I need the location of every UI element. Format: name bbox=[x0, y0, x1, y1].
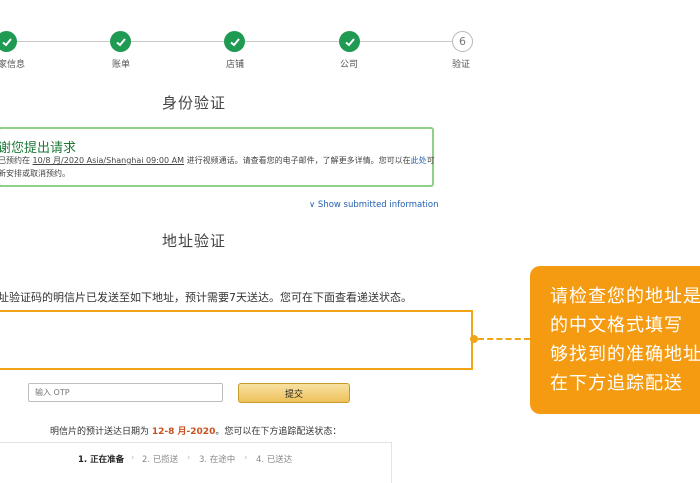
tracking-step-in-transit: 3. 在途中 bbox=[199, 455, 236, 465]
step-2-check-icon bbox=[110, 31, 131, 52]
expected-prefix: 明信片的预计送达日期为 bbox=[50, 427, 150, 437]
callout-line-3: 够找到的准确地址 bbox=[550, 344, 700, 365]
address-section-title: 地址验证 bbox=[162, 232, 227, 250]
callout-line-2: 的中文格式填写 bbox=[550, 315, 683, 336]
confirmation-line-2: 新安排或取消预约。 bbox=[0, 169, 70, 178]
expected-delivery-text: 明信片的预计送达日期为 12-8 月-2020。您可以在下方追踪配送状态： bbox=[50, 424, 341, 437]
tracking-step-delivered: 4. 已送达 bbox=[256, 455, 293, 465]
otp-input[interactable] bbox=[28, 383, 223, 402]
step-label-billing: 账单 bbox=[112, 60, 131, 70]
line1-end: 可 bbox=[426, 156, 435, 165]
step-label-company: 公司 bbox=[340, 60, 359, 70]
confirmation-title: 谢您提出请求 bbox=[0, 141, 77, 156]
tracking-step-picked-up: 2. 已揽送 bbox=[142, 455, 179, 465]
address-highlight-box bbox=[0, 310, 473, 370]
expected-suffix: 。您可以在下方追踪配送状态： bbox=[215, 427, 342, 437]
line1-suffix: 进行视频通话。请查看您的电子邮件，了解更多详情。您可以在 bbox=[186, 156, 411, 165]
step-1-check-icon bbox=[0, 31, 17, 52]
step-label-verify: 验证 bbox=[452, 60, 471, 70]
tracking-separator: › bbox=[187, 453, 191, 463]
appointment-datetime: 10/8 月/2020 Asia/Shanghai 09:00 AM bbox=[32, 156, 185, 165]
address-description: 址验证码的明信片已发送至如下地址，预计需要7天送达。您可在下面查看递送状态。 bbox=[0, 291, 412, 304]
annotation-callout: 请检查您的地址是 的中文格式填写 够找到的准确地址 在下方追踪配送 bbox=[530, 266, 700, 414]
step-6-number: 6 bbox=[452, 31, 473, 52]
identity-section-title: 身份验证 bbox=[162, 94, 227, 112]
callout-connector-line bbox=[478, 338, 530, 340]
show-submitted-info-link[interactable]: ∨ Show submitted information bbox=[309, 200, 438, 210]
step-4-check-icon bbox=[339, 31, 360, 52]
reschedule-link[interactable]: 此处 bbox=[411, 156, 427, 165]
callout-line-4: 在下方追踪配送 bbox=[550, 373, 683, 394]
step-label-info: 家信息 bbox=[0, 60, 26, 70]
expected-date: 12-8 月-2020 bbox=[151, 427, 216, 437]
submit-button[interactable]: 提交 bbox=[238, 383, 350, 403]
tracking-step-preparing: 1. 正在准备 bbox=[78, 455, 125, 465]
callout-connector-dot bbox=[470, 335, 478, 343]
confirmation-line-1: 已预约在 10/8 月/2020 Asia/Shanghai 09:00 AM … bbox=[0, 155, 435, 166]
line1-prefix: 已预约在 bbox=[0, 156, 30, 165]
tracking-separator: › bbox=[244, 453, 248, 463]
step-3-check-icon bbox=[224, 31, 245, 52]
tracking-status-box bbox=[0, 442, 392, 483]
tracking-separator: › bbox=[131, 453, 135, 463]
step-label-store: 店铺 bbox=[226, 60, 245, 70]
callout-line-1: 请检查您的地址是 bbox=[550, 286, 700, 307]
